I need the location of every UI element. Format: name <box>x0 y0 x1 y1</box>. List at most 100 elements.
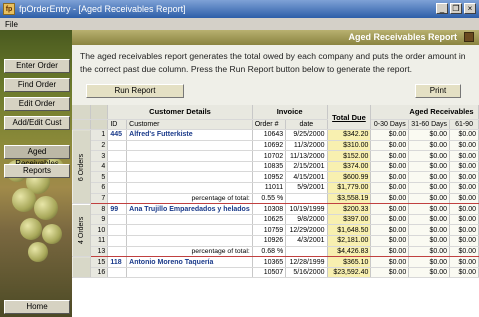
days-61-90-cell[interactable]: $0.00 <box>449 182 479 194</box>
total-due-cell[interactable]: $374.00 <box>327 161 372 173</box>
order-date[interactable]: 10/19/1999 <box>285 203 328 215</box>
customer-id[interactable] <box>107 267 128 279</box>
total-due-cell[interactable]: $152.00 <box>327 150 372 162</box>
order-number[interactable]: 10926 <box>252 235 287 247</box>
customer-name[interactable]: Antonio Moreno Taquería <box>126 256 253 268</box>
customer-name[interactable] <box>126 140 253 152</box>
table-row[interactable]: 10 10759 12/29/2000 $1,648.50 $0.00 $0.00 $0.0… <box>72 224 479 237</box>
table-row[interactable]: 11 10926 4/3/2001 $2,181.00 $0.00 $0.00 $0.00 <box>72 235 479 247</box>
days-0-30-cell[interactable]: $0.00 <box>370 129 410 141</box>
days-0-30-cell[interactable]: $0.00 <box>370 235 410 247</box>
order-number[interactable]: 10643 <box>252 129 287 141</box>
customer-name[interactable] <box>126 182 253 194</box>
table-row[interactable]: 4 Orders 8 99 Ana Trujillo Emparedados y he… <box>72 203 479 257</box>
order-date[interactable]: 5/9/2001 <box>285 182 328 194</box>
table-row[interactable]: 2 10692 11/3/2000 $310.00 $0.00 $0.00 $0.00 <box>72 140 479 152</box>
customer-id[interactable]: 445 <box>107 129 128 141</box>
customer-id[interactable] <box>107 214 128 226</box>
order-date[interactable]: 2/15/2001 <box>285 161 328 173</box>
total-due-cell[interactable]: $365.10 <box>327 256 372 268</box>
col-id-header[interactable]: ID <box>107 119 128 131</box>
days-0-30-cell[interactable]: $0.00 <box>370 171 410 184</box>
order-date[interactable]: 4/15/2001 <box>285 171 328 184</box>
order-number[interactable]: 10759 <box>252 224 287 237</box>
customer-name[interactable] <box>126 161 253 173</box>
days-61-90-cell[interactable]: $0.00 <box>449 129 479 141</box>
days-0-30-cell[interactable]: $0.00 <box>370 193 410 205</box>
nav-edit-order[interactable]: Edit Order <box>4 97 70 111</box>
nav-aged-receivables[interactable]: Aged Receivables <box>4 145 70 168</box>
days-0-30-cell[interactable]: $0.00 <box>370 182 410 194</box>
table-row[interactable]: 15 118 Antonio Moreno Taquería 10365 12/28/1… <box>72 256 479 278</box>
customer-name[interactable] <box>126 171 253 184</box>
customer-id[interactable] <box>107 140 128 152</box>
order-date[interactable]: 12/29/2000 <box>285 224 328 237</box>
total-due-cell[interactable]: $1,779.00 <box>327 182 372 194</box>
days-0-30-cell[interactable]: $0.00 <box>370 224 410 237</box>
order-number[interactable]: 10952 <box>252 171 287 184</box>
order-date[interactable]: 9/25/2000 <box>285 129 328 141</box>
days-31-60-cell[interactable]: $0.00 <box>408 214 451 226</box>
days-61-90-cell[interactable]: $0.00 <box>449 150 479 162</box>
order-date[interactable]: 4/3/2001 <box>285 235 328 247</box>
days-61-90-cell[interactable]: $0.00 <box>449 256 479 268</box>
total-due-cell[interactable]: $397.00 <box>327 214 372 226</box>
table-row[interactable]: 4 10835 2/15/2001 $374.00 $0.00 $0.00 $0.00 <box>72 161 479 173</box>
order-number[interactable]: 11011 <box>252 182 287 194</box>
days-31-60-cell[interactable]: $0.00 <box>408 267 451 279</box>
order-number[interactable]: 10365 <box>252 256 287 268</box>
nav-reports[interactable]: Reports <box>4 164 70 178</box>
days-31-60-cell[interactable]: $0.00 <box>408 150 451 162</box>
group-total-cell[interactable]: $3,558.19 <box>327 193 372 205</box>
days-31-60-cell[interactable]: $0.00 <box>408 203 451 215</box>
table-row[interactable]: 16 10507 5/16/2000 $23,592.40 $0.00 $0.00 $0.0… <box>72 267 479 279</box>
customer-name[interactable] <box>126 224 253 237</box>
days-31-60-cell[interactable]: $0.00 <box>408 193 451 205</box>
customer-name[interactable] <box>126 214 253 226</box>
order-number[interactable]: 10625 <box>252 214 287 226</box>
col-0-30-header[interactable]: 0-30 Days <box>370 119 410 131</box>
nav-find-order[interactable]: Find Order <box>4 78 70 92</box>
customer-id[interactable] <box>107 182 128 194</box>
days-31-60-cell[interactable]: $0.00 <box>408 256 451 268</box>
run-report-button[interactable]: Run Report <box>86 84 184 98</box>
days-31-60-cell[interactable]: $0.00 <box>408 224 451 237</box>
col-31-60-header[interactable]: 31-60 Days <box>408 119 451 131</box>
customer-name[interactable]: Alfred's Futterkiste <box>126 129 253 141</box>
customer-id[interactable]: 118 <box>107 256 128 268</box>
customer-id[interactable] <box>107 224 128 237</box>
total-due-cell[interactable]: $1,648.50 <box>327 224 372 237</box>
total-due-cell[interactable]: $23,592.40 <box>327 267 372 279</box>
days-61-90-cell[interactable]: $0.00 <box>449 161 479 173</box>
customer-id[interactable] <box>107 171 128 184</box>
customer-id[interactable] <box>107 161 128 173</box>
days-0-30-cell[interactable]: $0.00 <box>370 203 410 215</box>
days-0-30-cell[interactable]: $0.00 <box>370 256 410 268</box>
col-61-90-header[interactable]: 61-90 <box>449 119 479 131</box>
customer-id[interactable] <box>107 150 128 162</box>
order-date[interactable]: 11/3/2000 <box>285 140 328 152</box>
days-61-90-cell[interactable]: $0.00 <box>449 140 479 152</box>
table-row[interactable]: 3 10702 11/13/2000 $152.00 $0.00 $0.00 $0.00 <box>72 150 479 162</box>
customer-id[interactable]: 99 <box>107 203 128 215</box>
days-31-60-cell[interactable]: $0.00 <box>408 235 451 247</box>
order-date[interactable]: 5/16/2000 <box>285 267 328 279</box>
customer-id[interactable] <box>107 235 128 247</box>
table-row[interactable]: 9 10625 9/8/2000 $397.00 $0.00 $0.00 $0.00 <box>72 214 479 226</box>
order-number[interactable]: 10308 <box>252 203 287 215</box>
customer-name[interactable] <box>126 150 253 162</box>
days-61-90-cell[interactable]: $0.00 <box>449 171 479 184</box>
days-0-30-cell[interactable]: $0.00 <box>370 267 410 279</box>
days-31-60-cell[interactable]: $0.00 <box>408 140 451 152</box>
nav-add-edit-cust[interactable]: Add/Edit Cust <box>4 116 70 130</box>
order-date[interactable]: 9/8/2000 <box>285 214 328 226</box>
order-number[interactable]: 10835 <box>252 161 287 173</box>
days-31-60-cell[interactable]: $0.00 <box>408 182 451 194</box>
days-0-30-cell[interactable]: $0.00 <box>370 161 410 173</box>
days-0-30-cell[interactable]: $0.00 <box>370 246 410 258</box>
total-due-cell[interactable]: $600.99 <box>327 171 372 184</box>
days-31-60-cell[interactable]: $0.00 <box>408 171 451 184</box>
customer-name[interactable] <box>126 267 253 279</box>
print-button[interactable]: Print <box>415 84 461 98</box>
menu-file[interactable]: File <box>0 20 23 29</box>
